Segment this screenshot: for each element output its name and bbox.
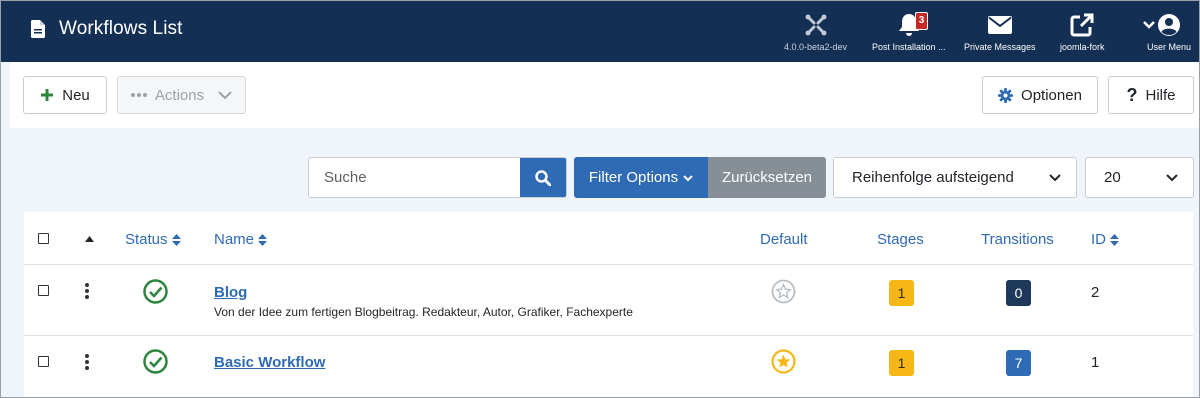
help-button-label: Hilfe: [1145, 86, 1176, 104]
column-header-label: Name: [214, 231, 255, 248]
options-button-label: Optionen: [1021, 86, 1082, 104]
chevron-down-icon: [1143, 21, 1155, 29]
column-header-name[interactable]: Name: [214, 231, 268, 248]
stages-count-badge[interactable]: 1: [889, 350, 914, 376]
header-item-label: User Menu: [1147, 42, 1192, 52]
top-header: Workflows List 4.0.0-beta2-dev 3 Post In…: [1, 1, 1199, 62]
filter-options-button[interactable]: Filter Options: [574, 157, 708, 198]
workflow-name-link[interactable]: Blog: [214, 284, 247, 301]
chevron-down-icon: [1049, 174, 1061, 182]
header-item-site-link[interactable]: joomla-fork: [1060, 11, 1105, 52]
header-item-version[interactable]: 4.0.0-beta2-dev: [784, 11, 847, 52]
workflow-name-link[interactable]: Basic Workflow: [214, 354, 325, 371]
page-title: Workflows List: [59, 18, 183, 39]
user-icon: [1158, 14, 1180, 36]
help-button[interactable]: ? Hilfe: [1108, 76, 1194, 114]
table-row: Basic Workflow 1 7 1: [24, 336, 1193, 397]
caret-up-icon[interactable]: [85, 236, 94, 242]
sort-icon: [171, 233, 181, 246]
external-link-icon: [1070, 13, 1094, 37]
transitions-count-badge[interactable]: 7: [1006, 350, 1031, 376]
header-item-label: 4.0.0-beta2-dev: [784, 42, 848, 52]
actions-button-label: Actions: [154, 86, 205, 104]
published-check-icon[interactable]: [143, 279, 168, 304]
search-input[interactable]: [309, 158, 521, 197]
gear-icon: [998, 87, 1014, 103]
ordering-select[interactable]: Reihenfolge aufsteigend: [833, 157, 1077, 198]
row-menu-icon[interactable]: [85, 283, 89, 299]
notification-badge: 3: [914, 12, 929, 30]
published-check-icon[interactable]: [143, 349, 168, 374]
question-icon: ?: [1126, 84, 1138, 105]
row-menu-icon[interactable]: [85, 354, 89, 370]
actions-button[interactable]: Actions: [117, 76, 246, 114]
header-item-label: Post Installation ...: [872, 42, 946, 52]
workflows-table: Status Name Default Stages Transitions I…: [24, 212, 1193, 397]
header-item-user-menu[interactable]: User Menu: [1133, 11, 1191, 52]
search-button[interactable]: [520, 158, 566, 197]
sort-icon: [258, 233, 268, 246]
ellipsis-icon: [130, 93, 147, 97]
column-header-status[interactable]: Status: [125, 231, 181, 248]
header-item-label: joomla-fork: [1060, 42, 1105, 52]
reset-button[interactable]: Zurücksetzen: [708, 157, 826, 198]
column-header-default[interactable]: Default: [760, 231, 808, 248]
workflow-description: Von der Idee zum fertigen Blogbeitrag. R…: [214, 305, 633, 319]
row-checkbox[interactable]: [38, 356, 49, 367]
table-header: Status Name Default Stages Transitions I…: [24, 212, 1193, 265]
search-box: [308, 157, 567, 198]
chevron-down-icon: [1166, 174, 1178, 182]
chevron-down-icon: [683, 174, 693, 181]
column-header-transitions[interactable]: Transitions: [981, 231, 1054, 248]
document-icon: [31, 20, 45, 38]
workflow-id: 1: [1091, 354, 1100, 371]
joomla-icon: [805, 14, 827, 36]
ordering-select-value: Reihenfolge aufsteigend: [852, 169, 1014, 186]
header-item-private-messages[interactable]: Private Messages: [964, 11, 1036, 52]
app-frame: Workflows List 4.0.0-beta2-dev 3 Post In…: [0, 0, 1200, 398]
header-item-post-installation[interactable]: 3 Post Installation ...: [872, 11, 946, 52]
limit-select[interactable]: 20: [1085, 157, 1194, 198]
new-button[interactable]: Neu: [23, 76, 107, 114]
transitions-count-badge[interactable]: 0: [1006, 280, 1031, 306]
column-header-stages[interactable]: Stages: [877, 231, 924, 248]
header-item-label: Private Messages: [964, 42, 1036, 52]
filter-options-label: Filter Options: [588, 169, 679, 186]
column-header-id[interactable]: ID: [1091, 231, 1119, 248]
new-button-label: Neu: [62, 86, 90, 104]
sort-icon: [1110, 233, 1119, 246]
star-outline-icon[interactable]: [771, 279, 796, 304]
column-header-label: Status: [125, 231, 168, 248]
plus-icon: [41, 89, 54, 101]
options-button[interactable]: Optionen: [982, 76, 1098, 114]
search-icon: [535, 169, 551, 186]
stages-count-badge[interactable]: 1: [889, 280, 914, 306]
star-filled-icon[interactable]: [771, 349, 796, 374]
envelope-icon: [987, 16, 1012, 34]
row-checkbox[interactable]: [38, 285, 49, 296]
column-header-label: ID: [1091, 231, 1106, 248]
workflow-id: 2: [1091, 284, 1100, 301]
table-row: Blog Von der Idee zum fertigen Blogbeitr…: [24, 265, 1193, 336]
chevron-down-icon: [218, 91, 232, 100]
limit-select-value: 20: [1104, 169, 1121, 186]
select-all-checkbox[interactable]: [38, 233, 49, 244]
